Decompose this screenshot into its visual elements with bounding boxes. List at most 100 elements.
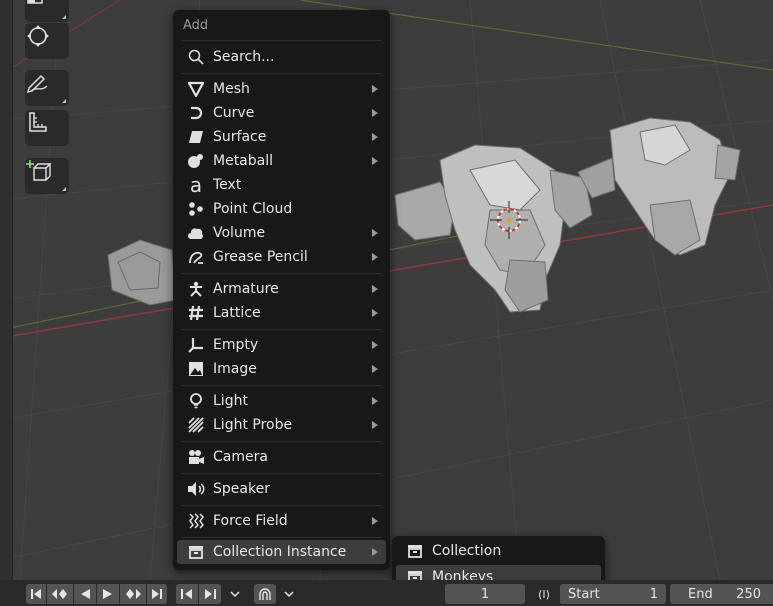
menu-item-label: Armature: [213, 281, 279, 297]
image-icon: [185, 361, 207, 377]
speaker-icon: [185, 481, 207, 497]
next-marker-button[interactable]: [199, 584, 221, 604]
menu-title: Add: [183, 18, 209, 33]
menu-separator: [181, 73, 382, 74]
menu-item-armature[interactable]: Armature: [177, 277, 386, 301]
menu-item-label: Curve: [213, 105, 255, 121]
menu-separator: [181, 273, 382, 274]
submenu-arrow-icon: [372, 397, 378, 405]
submenu-arrow-icon: [372, 253, 378, 261]
magnet-snap-icon: [259, 588, 271, 600]
menu-separator: [181, 40, 382, 41]
camera-icon: [185, 449, 207, 465]
light-probe-icon: [185, 417, 207, 433]
menu-item-text[interactable]: a Text: [177, 173, 386, 197]
menu-item-label: Empty: [213, 337, 259, 353]
end-frame-value: 250: [736, 586, 761, 602]
menu-item-label: Collection Instance: [213, 544, 347, 560]
metaball-icon: [185, 153, 207, 169]
end-frame-field[interactable]: End 250: [670, 584, 773, 604]
jump-start-button[interactable]: [26, 584, 46, 604]
menu-item-empty[interactable]: Empty: [177, 333, 386, 357]
menu-item-label: Light: [213, 393, 248, 409]
submenu-arrow-icon: [372, 309, 378, 317]
menu-item-image[interactable]: Image: [177, 357, 386, 381]
play-icon: [103, 589, 112, 599]
menu-item-label: Collection: [432, 543, 502, 559]
end-frame-label: End: [688, 586, 713, 602]
play-reverse-icon: [81, 589, 90, 599]
menu-item-speaker[interactable]: Speaker: [177, 477, 386, 501]
collection-box-icon: [404, 543, 426, 559]
menu-item-mesh[interactable]: Mesh: [177, 77, 386, 101]
start-frame-label: Start: [568, 586, 600, 602]
menu-item-metaball[interactable]: Metaball: [177, 149, 386, 173]
menu-item-label: Search...: [213, 49, 275, 65]
tool-select-box[interactable]: [25, 0, 69, 22]
auto-keying-button[interactable]: [254, 584, 276, 604]
menu-item-volume[interactable]: Volume: [177, 221, 386, 245]
menu-item-grease-pencil[interactable]: Grease Pencil: [177, 245, 386, 269]
next-marker-icon: [205, 589, 216, 599]
text-icon: a: [189, 173, 203, 197]
menu-item-force-field[interactable]: Force Field: [177, 509, 386, 533]
menu-item-point-cloud[interactable]: Point Cloud: [177, 197, 386, 221]
curve-icon: [185, 105, 207, 121]
menu-item-curve[interactable]: Curve: [177, 101, 386, 125]
timeline-header: 1 (Ⅰ) Start 1 End 250: [0, 580, 773, 606]
menu-item-camera[interactable]: Camera: [177, 445, 386, 469]
menu-item-light[interactable]: Light: [177, 389, 386, 413]
force-field-icon: [185, 513, 207, 529]
menu-item-label: Volume: [213, 225, 266, 241]
submenu-arrow-icon: [372, 109, 378, 117]
start-frame-value: 1: [649, 586, 658, 602]
menu-separator: [181, 473, 382, 474]
collection-box-icon: [185, 544, 207, 560]
menu-separator: [181, 537, 382, 538]
menu-item-label: Speaker: [213, 481, 270, 497]
menu-item-light-probe[interactable]: Light Probe: [177, 413, 386, 437]
jump-keyframe-forward-button[interactable]: [120, 584, 146, 604]
menu-item-search[interactable]: Search...: [177, 45, 386, 69]
submenu-arrow-icon: [372, 365, 378, 373]
play-button[interactable]: [97, 584, 119, 604]
tool-add-cube[interactable]: [25, 158, 69, 194]
tool-move[interactable]: [25, 23, 69, 59]
menu-item-label: Text: [213, 177, 242, 193]
submenu-arrow-icon: [372, 285, 378, 293]
tool-annotate[interactable]: [25, 70, 69, 106]
light-bulb-icon: [185, 393, 207, 409]
submenu-arrow-icon: [372, 341, 378, 349]
annotate-pencil-icon: [26, 74, 48, 94]
menu-item-lattice[interactable]: Lattice: [177, 301, 386, 325]
submenu-arrow-icon: [372, 133, 378, 141]
menu-item-label: Mesh: [213, 81, 250, 97]
mesh-icon: [185, 81, 207, 97]
jump-end-button[interactable]: [147, 584, 167, 604]
submenu-arrow-icon: [372, 421, 378, 429]
volume-cloud-icon: [185, 225, 207, 241]
surface-icon: [185, 129, 207, 145]
jump-keyframe-back-button[interactable]: [47, 584, 73, 604]
tool-measure[interactable]: [25, 110, 69, 146]
submenu-arrow-icon: [372, 548, 378, 556]
snap-dropdown[interactable]: [278, 584, 300, 604]
empty-axes-icon: [185, 337, 207, 353]
select-box-icon: [27, 0, 43, 4]
keying-dropdown[interactable]: [224, 584, 246, 604]
submenu-arrow-icon: [372, 229, 378, 237]
prev-marker-icon: [181, 589, 192, 599]
submenu-arrow-icon: [372, 157, 378, 165]
menu-item-collection-instance[interactable]: Collection Instance: [177, 540, 386, 564]
grease-pencil-icon: [185, 249, 207, 265]
start-frame-field[interactable]: Start 1: [560, 584, 666, 604]
submenu-item-collection[interactable]: Collection: [396, 539, 601, 563]
menu-separator: [181, 505, 382, 506]
prev-marker-button[interactable]: [176, 584, 198, 604]
preview-range-toggle[interactable]: (Ⅰ): [532, 584, 556, 604]
play-reverse-button[interactable]: [74, 584, 96, 604]
current-frame-field[interactable]: 1: [445, 584, 525, 604]
measure-ruler-icon: [29, 112, 47, 132]
submenu-arrow-icon: [372, 517, 378, 525]
menu-item-surface[interactable]: Surface: [177, 125, 386, 149]
